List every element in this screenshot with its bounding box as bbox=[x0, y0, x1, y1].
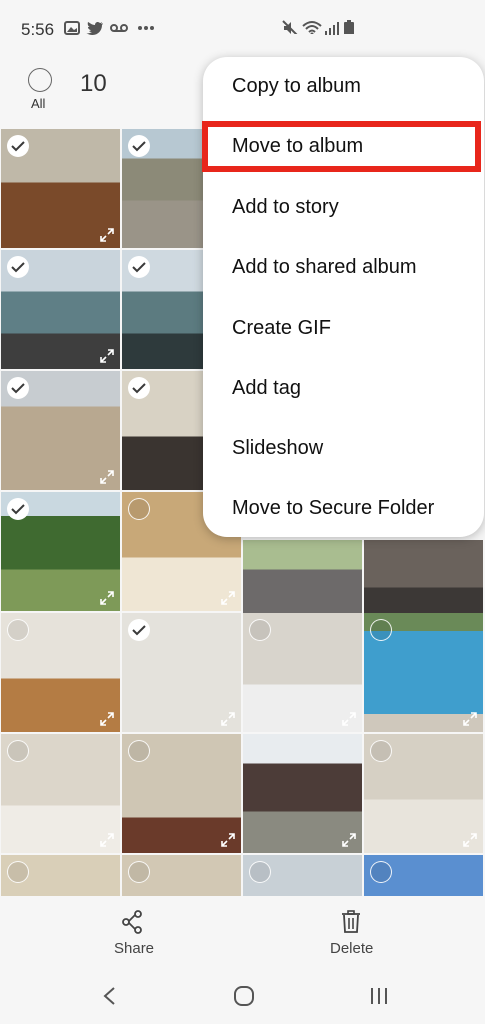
twitter-icon bbox=[86, 21, 103, 35]
photo-tile[interactable] bbox=[1, 129, 120, 248]
expand-icon[interactable] bbox=[463, 712, 477, 726]
wifi-icon bbox=[302, 21, 322, 34]
menu-item-add-tag[interactable]: Add tag bbox=[232, 377, 301, 400]
select-circle-icon[interactable] bbox=[7, 619, 29, 641]
select-circle-icon[interactable] bbox=[370, 861, 392, 883]
status-time: 5:56 bbox=[21, 20, 55, 39]
expand-icon[interactable] bbox=[342, 712, 356, 726]
menu-item-add-to-story[interactable]: Add to story bbox=[232, 196, 339, 219]
photo-tile[interactable] bbox=[364, 855, 483, 896]
select-circle-icon[interactable] bbox=[370, 619, 392, 641]
more-dots-icon[interactable] bbox=[138, 26, 154, 40]
mute-icon bbox=[282, 20, 298, 34]
voicemail-icon bbox=[110, 24, 128, 32]
expand-icon[interactable] bbox=[221, 833, 235, 847]
recents-icon[interactable] bbox=[369, 986, 389, 1006]
photo-tile[interactable] bbox=[1, 371, 120, 490]
photo-tile[interactable] bbox=[364, 734, 483, 853]
expand-icon[interactable] bbox=[100, 591, 114, 605]
selected-count: 10 bbox=[80, 70, 107, 97]
photo-tile[interactable] bbox=[1, 492, 120, 611]
photo-tile[interactable] bbox=[364, 613, 483, 732]
photo-tile[interactable] bbox=[1, 855, 120, 896]
bottom-action-bar: Share Delete bbox=[0, 896, 485, 966]
select-circle-icon[interactable] bbox=[128, 740, 150, 762]
share-icon[interactable] bbox=[121, 910, 143, 934]
expand-icon[interactable] bbox=[342, 833, 356, 847]
check-icon[interactable] bbox=[128, 377, 150, 399]
select-circle-icon[interactable] bbox=[249, 861, 271, 883]
highlight-box bbox=[202, 121, 481, 172]
menu-item-add-to-shared-album[interactable]: Add to shared album bbox=[232, 256, 417, 279]
status-bar: 5:56 bbox=[0, 0, 485, 58]
expand-icon[interactable] bbox=[463, 833, 477, 847]
expand-icon[interactable] bbox=[100, 349, 114, 363]
photo-tile[interactable] bbox=[243, 734, 362, 853]
menu-item-copy-to-album[interactable]: Copy to album bbox=[232, 75, 361, 98]
select-circle-icon[interactable] bbox=[128, 861, 150, 883]
select-all-label: All bbox=[31, 96, 46, 111]
photo-tile[interactable] bbox=[122, 855, 241, 896]
menu-item-create-gif[interactable]: Create GIF bbox=[232, 317, 331, 340]
signal-icon bbox=[325, 22, 339, 35]
expand-icon[interactable] bbox=[221, 591, 235, 605]
gallery-icon bbox=[64, 21, 80, 35]
share-button[interactable]: Share bbox=[114, 940, 154, 957]
expand-icon[interactable] bbox=[100, 228, 114, 242]
check-icon[interactable] bbox=[7, 377, 29, 399]
check-icon[interactable] bbox=[128, 256, 150, 278]
check-icon[interactable] bbox=[128, 619, 150, 641]
check-icon[interactable] bbox=[7, 135, 29, 157]
select-circle-icon[interactable] bbox=[370, 740, 392, 762]
photo-tile[interactable] bbox=[1, 613, 120, 732]
photo-tile[interactable] bbox=[1, 250, 120, 369]
back-icon[interactable] bbox=[102, 986, 116, 1006]
photo-tile[interactable] bbox=[1, 734, 120, 853]
menu-item-slideshow[interactable]: Slideshow bbox=[232, 437, 323, 460]
expand-icon[interactable] bbox=[100, 833, 114, 847]
navigation-bar bbox=[0, 966, 485, 1024]
photo-tile[interactable] bbox=[243, 855, 362, 896]
battery-icon bbox=[344, 20, 354, 34]
select-circle-icon[interactable] bbox=[7, 740, 29, 762]
check-icon[interactable] bbox=[7, 256, 29, 278]
select-circle-icon[interactable] bbox=[249, 619, 271, 641]
home-icon[interactable] bbox=[233, 985, 255, 1007]
photo-tile[interactable] bbox=[122, 613, 241, 732]
select-circle-icon[interactable] bbox=[128, 498, 150, 520]
trash-icon[interactable] bbox=[340, 910, 362, 934]
select-circle-icon[interactable] bbox=[7, 861, 29, 883]
menu-item-move-to-secure-folder[interactable]: Move to Secure Folder bbox=[232, 497, 434, 520]
select-all-checkbox[interactable] bbox=[28, 68, 52, 92]
expand-icon[interactable] bbox=[221, 712, 235, 726]
check-icon[interactable] bbox=[128, 135, 150, 157]
check-icon[interactable] bbox=[7, 498, 29, 520]
delete-button[interactable]: Delete bbox=[330, 940, 373, 957]
photo-tile[interactable] bbox=[122, 734, 241, 853]
expand-icon[interactable] bbox=[100, 712, 114, 726]
photo-tile[interactable] bbox=[243, 613, 362, 732]
expand-icon[interactable] bbox=[100, 470, 114, 484]
